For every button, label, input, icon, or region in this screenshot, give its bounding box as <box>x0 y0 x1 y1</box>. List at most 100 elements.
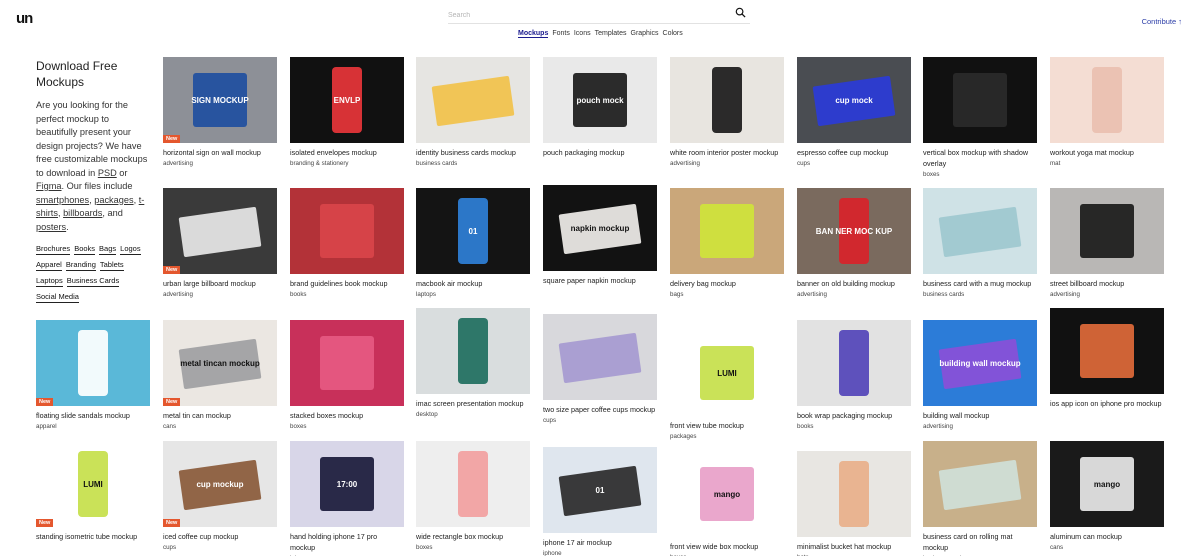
mockup-title[interactable]: brand guidelines book mockup <box>290 278 404 289</box>
nav-templates[interactable]: Templates <box>595 30 627 38</box>
mockup-thumbnail[interactable] <box>416 441 530 527</box>
mockup-category[interactable]: packages <box>670 432 784 442</box>
mockup-category[interactable]: business cards <box>923 290 1037 300</box>
mockup-image[interactable] <box>797 451 911 537</box>
mockup-title[interactable]: business card with a mug mockup <box>923 278 1037 289</box>
mockup-thumbnail[interactable]: New <box>163 188 277 274</box>
mockup-image[interactable]: ENVLP <box>290 57 404 143</box>
mockup-card[interactable]: identity business cards mockup business c… <box>416 57 530 169</box>
mockup-image[interactable]: cup mockup <box>163 441 277 527</box>
mockup-title[interactable]: hand holding iphone 17 pro mockup <box>290 531 404 553</box>
mockup-card[interactable]: white room interior poster mockup adverti… <box>670 57 784 169</box>
mockup-category[interactable]: books <box>290 290 404 300</box>
mockup-image[interactable]: mango <box>670 451 784 537</box>
mockup-category[interactable]: business cards <box>416 159 530 169</box>
mockup-title[interactable]: ios app icon on iphone pro mockup <box>1050 398 1164 409</box>
mockup-title[interactable]: front view tube mockup <box>670 420 784 431</box>
link-billboards[interactable]: billboards <box>63 208 102 218</box>
mockup-image[interactable] <box>416 308 530 394</box>
tag-bags[interactable]: Bags <box>99 244 117 255</box>
mockup-image[interactable]: LUMI <box>670 330 784 416</box>
search-input[interactable] <box>448 6 718 25</box>
mockup-image[interactable]: 17:00 <box>290 441 404 527</box>
nav-fonts[interactable]: Fonts <box>552 30 570 38</box>
mockup-title[interactable]: pouch packaging mockup <box>543 147 657 158</box>
mockup-image[interactable] <box>1050 188 1164 274</box>
mockup-category[interactable]: boxes <box>290 422 404 432</box>
mockup-card[interactable]: brand guidelines book mockup books <box>290 188 404 300</box>
mockup-title[interactable]: workout yoga mat mockup <box>1050 147 1164 158</box>
mockup-thumbnail[interactable]: 01 <box>416 188 530 274</box>
mockup-title[interactable]: isolated envelopes mockup <box>290 147 404 158</box>
mockup-image[interactable]: mango <box>1050 441 1164 527</box>
mockup-title[interactable]: stacked boxes mockup <box>290 410 404 421</box>
mockup-image[interactable] <box>416 441 530 527</box>
mockup-title[interactable]: square paper napkin mockup <box>543 275 657 286</box>
mockup-category[interactable]: advertising <box>670 159 784 169</box>
mockup-title[interactable]: aluminum can mockup <box>1050 531 1164 542</box>
mockup-image[interactable] <box>670 188 784 274</box>
mockup-image[interactable] <box>163 188 277 274</box>
mockup-category[interactable]: books <box>797 422 911 432</box>
mockup-category[interactable]: advertising <box>163 290 277 300</box>
tag-apparel[interactable]: Apparel <box>36 260 62 271</box>
mockup-thumbnail[interactable]: 01 <box>543 447 657 533</box>
mockup-image[interactable]: metal tincan mockup <box>163 320 277 406</box>
mockup-thumbnail[interactable]: ENVLP <box>290 57 404 143</box>
link-figma[interactable]: Figma <box>36 181 62 191</box>
mockup-title[interactable]: building wall mockup <box>923 410 1037 421</box>
mockup-category[interactable]: boxes <box>416 543 530 553</box>
mockup-image[interactable]: pouch mock <box>543 57 657 143</box>
mockup-image[interactable]: 01 <box>416 188 530 274</box>
mockup-card[interactable]: workout yoga mat mockup mat <box>1050 57 1164 169</box>
mockup-image[interactable]: BAN NER MOC KUP <box>797 188 911 274</box>
mockup-category[interactable]: iphone <box>543 549 657 556</box>
tag-tablets[interactable]: Tablets <box>99 260 124 271</box>
mockup-title[interactable]: iced coffee cup mockup <box>163 531 277 542</box>
mockup-thumbnail[interactable] <box>543 314 657 400</box>
mockup-thumbnail[interactable] <box>670 188 784 274</box>
mockup-category[interactable]: cans <box>163 422 277 432</box>
mockup-category[interactable]: cans <box>1050 543 1164 553</box>
mockup-category[interactable]: branding & stationery <box>290 159 404 169</box>
mockup-title[interactable]: iphone 17 air mockup <box>543 537 657 548</box>
tag-brochures[interactable]: Brochures <box>36 244 71 255</box>
mockup-category[interactable]: boxes <box>923 170 1037 180</box>
mockup-category[interactable]: advertising <box>163 159 277 169</box>
mockup-title[interactable]: two size paper coffee cups mockup <box>543 404 657 415</box>
mockup-image[interactable] <box>923 188 1037 274</box>
mockup-card[interactable]: minimalist bucket hat mockuphats <box>797 451 911 556</box>
mockup-card[interactable]: business card on rolling mat mockupbusin… <box>923 441 1037 556</box>
mockup-card[interactable]: cup mock espresso coffee cup mockup cups <box>797 57 911 169</box>
mockup-thumbnail[interactable] <box>1050 188 1164 274</box>
mockup-title[interactable]: book wrap packaging mockup <box>797 410 911 421</box>
nav-icons[interactable]: Icons <box>574 30 591 38</box>
tag-books[interactable]: Books <box>74 244 96 255</box>
mockup-image[interactable] <box>36 320 150 406</box>
mockup-category[interactable]: desktop <box>416 410 530 420</box>
mockup-card[interactable]: New floating slide sandals mockup apparel <box>36 320 150 432</box>
mockup-thumbnail[interactable]: BAN NER MOC KUP <box>797 188 911 274</box>
nav-colors[interactable]: Colors <box>663 30 683 38</box>
mockup-card[interactable]: napkin mockup square paper napkin mockup <box>543 185 657 287</box>
mockup-thumbnail[interactable] <box>416 57 530 143</box>
mockup-image[interactable]: cup mock <box>797 57 911 143</box>
mockup-card[interactable]: BAN NER MOC KUP banner on old building mo… <box>797 188 911 300</box>
mockup-category[interactable]: advertising <box>797 290 911 300</box>
mockup-title[interactable]: standing isometric tube mockup <box>36 531 150 542</box>
mockup-card[interactable]: vertical box mockup with shadow overlay b… <box>923 57 1037 180</box>
mockup-thumbnail[interactable] <box>797 451 911 537</box>
mockup-thumbnail[interactable]: napkin mockup <box>543 185 657 271</box>
tag-social-media[interactable]: Social Media <box>36 292 79 303</box>
mockup-card[interactable]: building wall mockup building wall mockup… <box>923 320 1037 432</box>
nav-graphics[interactable]: Graphics <box>631 30 659 38</box>
mockup-thumbnail[interactable] <box>1050 308 1164 394</box>
mockup-title[interactable]: wide rectangle box mockup <box>416 531 530 542</box>
mockup-title[interactable]: delivery bag mockup <box>670 278 784 289</box>
mockup-card[interactable]: 01 iphone 17 air mockup iphone <box>543 447 657 556</box>
mockup-card[interactable]: two size paper coffee cups mockup cups <box>543 314 657 426</box>
link-psd[interactable]: PSD <box>98 168 117 178</box>
mockup-thumbnail[interactable]: LUMI New <box>36 441 150 527</box>
mockup-title[interactable]: metal tin can mockup <box>163 410 277 421</box>
mockup-category[interactable]: bags <box>670 290 784 300</box>
